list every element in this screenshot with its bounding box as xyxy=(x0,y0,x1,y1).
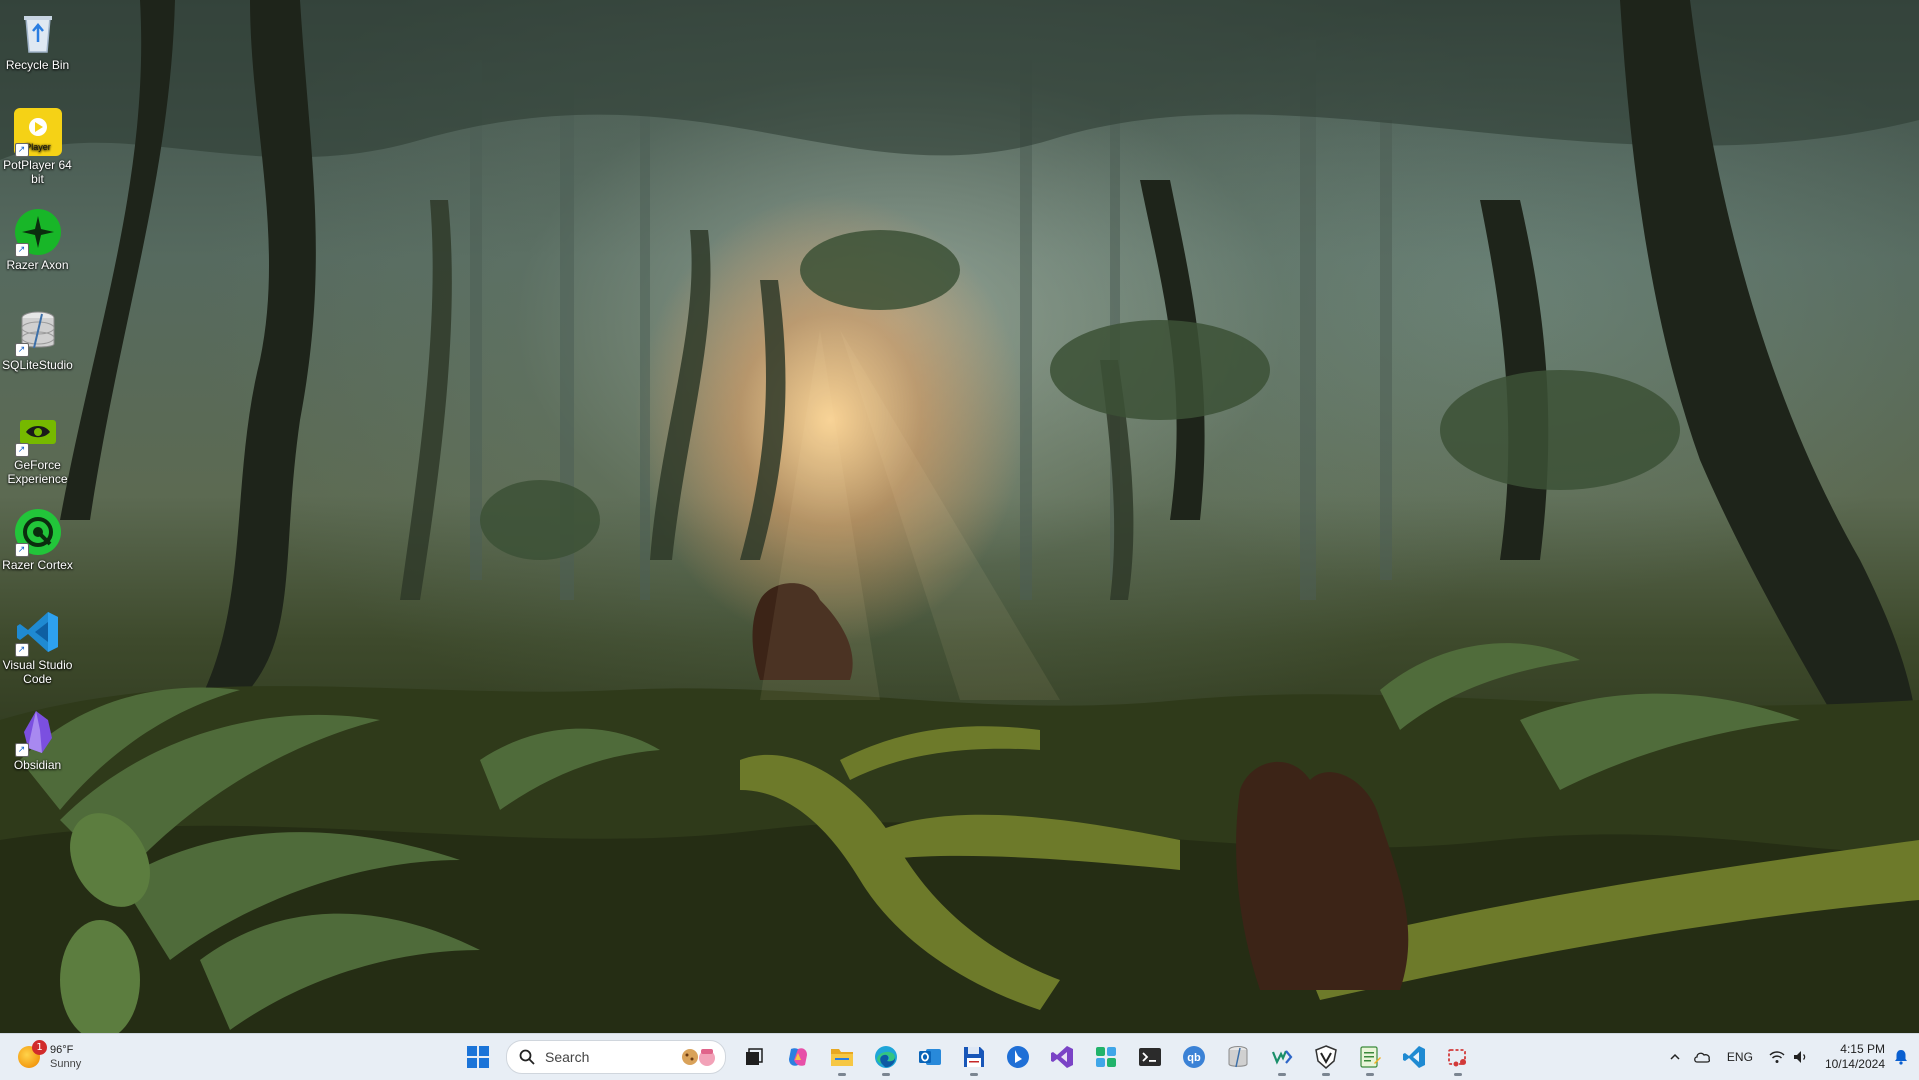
floppy-disk-icon xyxy=(964,1047,984,1067)
weather-temperature: 96°F xyxy=(50,1044,74,1056)
search-highlight-icon xyxy=(682,1049,715,1066)
snipping-tool-button[interactable] xyxy=(1438,1037,1478,1077)
taskbar: 1 96°F Sunny Search qb ENG 4:15 PM 10/14… xyxy=(0,1033,1919,1080)
desktop-icon-label: Razer Axon xyxy=(6,258,69,272)
weather-widget[interactable]: 1 96°F Sunny xyxy=(18,1040,81,1074)
svg-text:Player: Player xyxy=(25,142,51,152)
cloud-icon xyxy=(1694,1052,1710,1063)
task-view-icon xyxy=(746,1048,763,1065)
snipping-tool-icon xyxy=(1448,1049,1466,1067)
system-tray: ENG 4:15 PM 10/14/2024 xyxy=(1663,1034,1919,1080)
desktop-icon-obsidian[interactable]: ↗ Obsidian xyxy=(0,702,75,772)
visual-studio-icon xyxy=(1051,1046,1073,1068)
recycle-bin-icon xyxy=(14,8,62,56)
sqlitestudio-button[interactable] xyxy=(1218,1037,1258,1077)
qbittorrent-button[interactable]: qb xyxy=(1174,1037,1214,1077)
search-input[interactable] xyxy=(543,1048,667,1066)
vscode-icon xyxy=(1403,1046,1425,1068)
copilot-icon xyxy=(789,1048,807,1066)
desktop-icon-geforce-experience[interactable]: ↗ GeForce Experience xyxy=(0,402,75,486)
shortcut-arrow-icon: ↗ xyxy=(14,243,29,257)
copilot-button[interactable] xyxy=(778,1037,818,1077)
potplayer-icon: Player ↗ xyxy=(13,108,62,157)
bing-app-button[interactable] xyxy=(998,1037,1038,1077)
puzzle-app-button[interactable] xyxy=(1086,1037,1126,1077)
vpn-app-button[interactable] xyxy=(1306,1037,1346,1077)
edge-icon xyxy=(875,1046,897,1068)
sqlitestudio-icon: ↗ xyxy=(14,308,62,357)
language-label: ENG xyxy=(1726,1050,1753,1064)
taskbar-center: qb xyxy=(456,1034,1480,1080)
vscode-icon: ↗ xyxy=(14,608,62,657)
desktop-icon-label: GeForce Experience xyxy=(7,458,68,486)
shield-v-icon xyxy=(1315,1045,1337,1069)
show-hidden-icons-button[interactable] xyxy=(1663,1034,1687,1080)
file-explorer-button[interactable] xyxy=(822,1037,862,1077)
weather-condition: Sunny xyxy=(50,1058,82,1070)
bing-icon xyxy=(1007,1046,1029,1068)
desktop-icon-potplayer[interactable]: Player ↗ PotPlayer 64 bit xyxy=(0,102,75,186)
network-volume-button[interactable] xyxy=(1763,1034,1815,1080)
search-icon xyxy=(519,1049,535,1065)
vk-app-button[interactable] xyxy=(1262,1037,1302,1077)
razer-cortex-icon: ↗ xyxy=(14,508,62,557)
desktop-icon-label: Razer Cortex xyxy=(2,558,73,572)
clock-time: 4:15 PM xyxy=(1840,1042,1885,1056)
shortcut-arrow-icon: ↗ xyxy=(14,443,29,457)
task-view-button[interactable] xyxy=(734,1037,774,1077)
folder-icon xyxy=(831,1049,853,1066)
shortcut-arrow-icon: ↗ xyxy=(14,143,29,157)
onedrive-button[interactable] xyxy=(1687,1034,1717,1080)
language-indicator[interactable]: ENG xyxy=(1717,1034,1763,1080)
desktop-icon-razer-axon[interactable]: ↗ Razer Axon xyxy=(0,202,75,272)
outlook-button[interactable] xyxy=(910,1037,950,1077)
desktop-icon-sqlitestudio[interactable]: ↗ SQLiteStudio xyxy=(0,302,75,372)
notification-badge: 1 xyxy=(32,1040,47,1055)
start-button[interactable] xyxy=(458,1037,498,1077)
clock-date: 10/14/2024 xyxy=(1824,1057,1885,1071)
obsidian-icon: ↗ xyxy=(14,708,62,757)
desktop-icon-label: Recycle Bin xyxy=(5,58,70,72)
sun-icon: 1 xyxy=(18,1040,47,1068)
wifi-icon xyxy=(1769,1051,1785,1063)
edge-button[interactable] xyxy=(866,1037,906,1077)
notepad-app-button[interactable] xyxy=(1350,1037,1390,1077)
shortcut-arrow-icon: ↗ xyxy=(14,343,29,357)
terminal-icon xyxy=(1139,1048,1161,1066)
desktop-icon-razer-cortex[interactable]: ↗ Razer Cortex xyxy=(0,502,75,572)
vk-icon xyxy=(1271,1050,1293,1065)
qbittorrent-icon: qb xyxy=(1183,1046,1205,1068)
notepad-icon xyxy=(1360,1046,1381,1068)
sqlitestudio-icon xyxy=(1228,1046,1248,1068)
taskbar-search[interactable] xyxy=(506,1040,726,1074)
notification-bell-icon[interactable] xyxy=(1893,1049,1909,1065)
puzzle-icon xyxy=(1096,1047,1116,1067)
vscode-button[interactable] xyxy=(1394,1037,1434,1077)
shortcut-arrow-icon: ↗ xyxy=(14,743,29,757)
desktop-icon-label: SQLiteStudio xyxy=(2,358,73,372)
chevron-up-icon xyxy=(1670,1053,1680,1060)
outlook-icon xyxy=(919,1049,941,1065)
shortcut-arrow-icon: ↗ xyxy=(14,543,29,557)
svg-text:qb: qb xyxy=(1187,1052,1201,1064)
desktop-icon-label: Obsidian xyxy=(13,758,62,772)
windows-logo-icon xyxy=(467,1046,489,1068)
forest-illustration xyxy=(0,0,1919,1033)
razer-axon-icon: ↗ xyxy=(14,208,62,257)
desktop-wallpaper xyxy=(0,0,1919,1033)
shortcut-arrow-icon: ↗ xyxy=(14,643,29,657)
desktop-icon-recycle-bin[interactable]: Recycle Bin xyxy=(0,2,75,72)
desktop-icon-vscode[interactable]: ↗ Visual Studio Code xyxy=(0,602,75,686)
visual-studio-button[interactable] xyxy=(1042,1037,1082,1077)
volume-icon xyxy=(1793,1051,1806,1063)
save-app-button[interactable] xyxy=(954,1037,994,1077)
terminal-button[interactable] xyxy=(1130,1037,1170,1077)
desktop-icon-label: PotPlayer 64 bit xyxy=(3,158,72,186)
clock[interactable]: 4:15 PM 10/14/2024 xyxy=(1815,1042,1893,1072)
geforce-experience-icon: ↗ xyxy=(14,408,62,457)
desktop-icon-label: Visual Studio Code xyxy=(2,658,73,686)
